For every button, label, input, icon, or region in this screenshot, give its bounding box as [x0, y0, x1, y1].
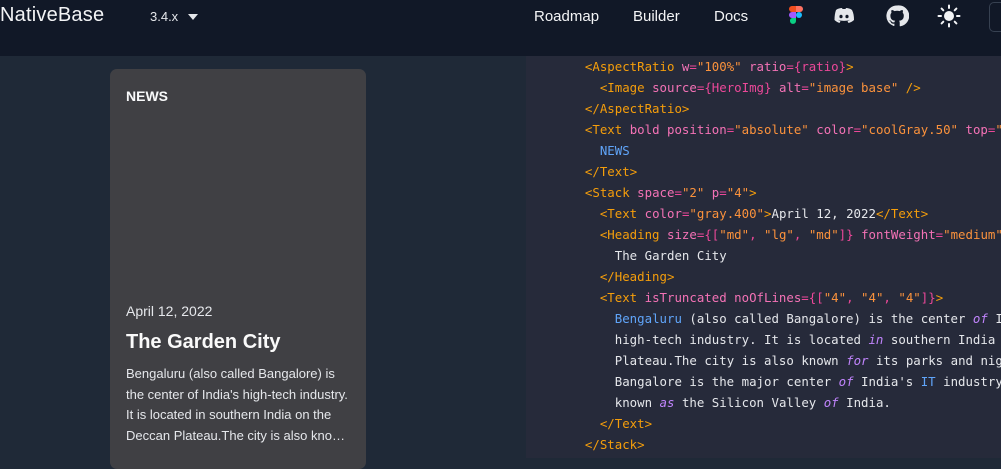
- code-line: <AspectRatio w="100%" ratio={ratio}>: [584, 59, 854, 74]
- version-selector[interactable]: 3.4.x: [150, 9, 199, 24]
- card-date: April 12, 2022: [126, 303, 213, 319]
- search-box-edge[interactable]: [989, 2, 1001, 32]
- code-line: The Garden City: [614, 248, 727, 263]
- code-line: </Text>: [599, 416, 653, 431]
- code-line: <Text bold position="absolute" color="co…: [584, 122, 1001, 137]
- code-line: high-tech industry. It is located in sou…: [614, 332, 996, 347]
- version-label: 3.4.x: [150, 9, 179, 24]
- code-line: <Text color="gray.400">April 12, 2022</T…: [599, 206, 929, 221]
- code-line: </Text>: [584, 164, 638, 179]
- code-line: <Image source={HeroImg} alt="image base"…: [599, 80, 921, 95]
- code-line: Plateau.The city is also known for its p…: [614, 353, 1001, 368]
- code-line: NEWS: [599, 143, 630, 158]
- nav-docs-link[interactable]: Docs: [714, 8, 748, 25]
- code-line: Bengaluru (also called Bangalore) is the…: [614, 311, 1001, 326]
- figma-icon[interactable]: [784, 4, 808, 28]
- sun-icon[interactable]: [937, 4, 961, 28]
- code-block[interactable]: <AspectRatio w="100%" ratio={ratio}> <Im…: [570, 56, 1001, 455]
- nav-roadmap-link[interactable]: Roadmap: [534, 8, 599, 25]
- preview-pane: NEWS April 12, 2022 The Garden City Beng…: [0, 56, 526, 469]
- card-body-text: Bengaluru (also called Bangalore) is the…: [126, 366, 349, 443]
- top-navbar: NativeBase 3.4.x Roadmap Builder Docs: [0, 0, 1001, 56]
- chevron-down-icon: [188, 14, 199, 20]
- discord-icon[interactable]: [832, 4, 856, 28]
- code-line: <Stack space="2" p="4">: [584, 185, 757, 200]
- code-line: <Heading size={["md", "lg", "md"]} fontW…: [599, 227, 1001, 242]
- code-line: <Text isTruncated noOfLines={["4", "4", …: [599, 290, 944, 305]
- code-line: known as the Silicon Valley of India.: [614, 395, 891, 410]
- card-heading: The Garden City: [126, 331, 281, 353]
- code-line: </Stack>: [584, 437, 645, 452]
- news-card: NEWS April 12, 2022 The Garden City Beng…: [110, 69, 366, 469]
- code-line: </AspectRatio>: [584, 101, 690, 116]
- code-editor-pane[interactable]: <AspectRatio w="100%" ratio={ratio}> <Im…: [526, 56, 1001, 458]
- brand-logo[interactable]: NativeBase: [0, 4, 104, 27]
- code-line: Bangalore is the major center of India's…: [614, 374, 1001, 389]
- card-tag: NEWS: [126, 88, 168, 104]
- nav-builder-link[interactable]: Builder: [633, 8, 680, 25]
- github-icon[interactable]: [885, 4, 909, 28]
- code-line: </Heading>: [599, 269, 675, 284]
